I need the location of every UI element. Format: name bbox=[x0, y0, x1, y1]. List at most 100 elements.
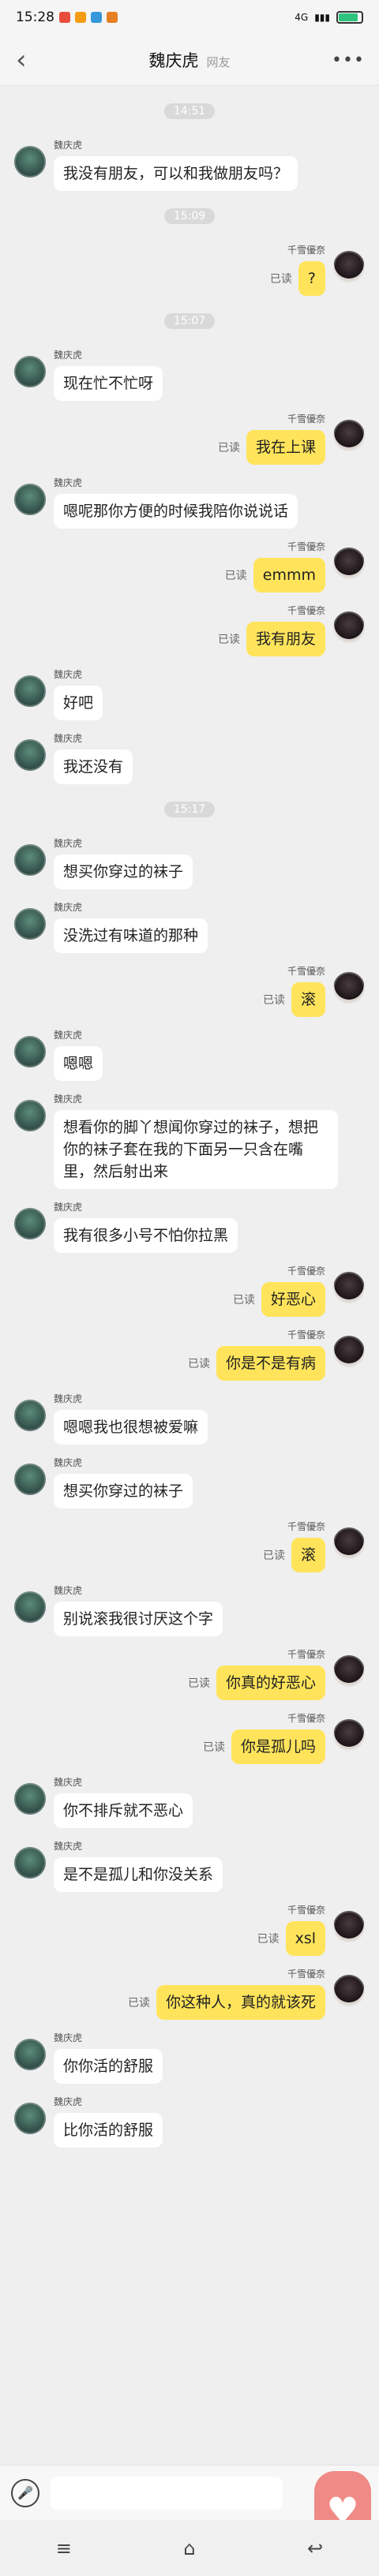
sender-name: 千雪優奈 bbox=[287, 413, 325, 424]
notification-icon bbox=[91, 12, 102, 23]
sender-name: 千雪優奈 bbox=[287, 1521, 325, 1532]
contact-avatar[interactable] bbox=[14, 356, 46, 387]
sender-name: 千雪優奈 bbox=[287, 1329, 325, 1340]
message-input[interactable] bbox=[51, 2476, 283, 2510]
battery-icon bbox=[336, 11, 363, 24]
system-nav-bar: ≡ ⌂ ↩ bbox=[0, 2520, 379, 2576]
message-me: 千雪優奈 已读 你是不是有病 bbox=[14, 1328, 365, 1381]
message-bubble[interactable]: 现在忙不忙呀 bbox=[54, 366, 163, 401]
my-avatar[interactable] bbox=[333, 1527, 365, 1559]
sender-name: 魏庆虎 bbox=[54, 1457, 83, 1468]
message-bubble[interactable]: 嗯嗯 bbox=[54, 1046, 103, 1081]
contact-avatar[interactable] bbox=[14, 1036, 46, 1067]
message-other: 魏庆虎 想买你穿过的袜子 bbox=[14, 1456, 365, 1509]
read-receipt: 已读 bbox=[217, 442, 240, 454]
sender-name: 千雪優奈 bbox=[287, 245, 325, 256]
my-avatar[interactable] bbox=[333, 1911, 365, 1942]
message-other: 魏庆虎 我有很多小号不怕你拉黑 bbox=[14, 1200, 365, 1253]
message-bubble[interactable]: 想买你穿过的袜子 bbox=[54, 854, 193, 889]
contact-avatar[interactable] bbox=[14, 739, 46, 771]
contact-avatar[interactable] bbox=[14, 1208, 46, 1239]
my-avatar[interactable] bbox=[333, 1336, 365, 1367]
time-label: 15:09 bbox=[163, 208, 216, 224]
contact-avatar[interactable] bbox=[14, 1464, 46, 1495]
contact-avatar[interactable] bbox=[14, 1847, 46, 1879]
message-me: 千雪優奈 已读 我在上课 bbox=[14, 412, 365, 465]
message-bubble[interactable]: 好恶心 bbox=[261, 1282, 325, 1317]
message-other: 魏庆虎 想看你的脚丫想闻你穿过的袜子，想把你的袜子套在我的下面另一只含在嘴里，然… bbox=[14, 1092, 365, 1189]
message-bubble[interactable]: 你是孤儿吗 bbox=[231, 1729, 325, 1764]
sender-name: 千雪優奈 bbox=[287, 1713, 325, 1724]
my-avatar[interactable] bbox=[333, 1272, 365, 1303]
message-bubble[interactable]: 你这种人，真的就该死 bbox=[156, 1985, 325, 2020]
message-bubble[interactable]: 好吧 bbox=[54, 686, 103, 720]
my-avatar[interactable] bbox=[333, 1719, 365, 1751]
message-bubble[interactable]: 我没有朋友，可以和我做朋友吗？ bbox=[54, 156, 298, 191]
message-bubble[interactable]: ? bbox=[298, 261, 325, 296]
message-bubble[interactable]: 别说滚我很讨厌这个字 bbox=[54, 1602, 223, 1636]
read-receipt: 已读 bbox=[202, 1741, 225, 1754]
status-left: 15:28 bbox=[16, 9, 118, 25]
my-avatar[interactable] bbox=[333, 611, 365, 643]
notification-icon bbox=[75, 12, 86, 23]
my-avatar[interactable] bbox=[333, 972, 365, 1004]
message-bubble[interactable]: 你不排斥就不恶心 bbox=[54, 1793, 193, 1828]
sender-name: 千雪優奈 bbox=[287, 1905, 325, 1916]
contact-avatar[interactable] bbox=[14, 1100, 46, 1131]
message-bubble[interactable]: xsl bbox=[285, 1921, 325, 1956]
read-receipt: 已读 bbox=[257, 1933, 280, 1946]
time-divider: 14:51 bbox=[14, 86, 365, 127]
message-bubble[interactable]: 滚 bbox=[291, 982, 325, 1017]
message-bubble[interactable]: 你是不是有病 bbox=[216, 1346, 325, 1381]
home-icon[interactable]: ⌂ bbox=[183, 2537, 195, 2559]
message-bubble[interactable]: 我有很多小号不怕你拉黑 bbox=[54, 1218, 238, 1253]
message-bubble[interactable]: 你真的好恶心 bbox=[216, 1666, 325, 1700]
system-back-icon[interactable]: ↩ bbox=[307, 2537, 323, 2559]
message-bubble[interactable]: 是不是孤儿和你没关系 bbox=[54, 1857, 223, 1892]
voice-icon[interactable]: 🎤 bbox=[11, 2478, 39, 2507]
message-bubble[interactable]: 比你活的舒服 bbox=[54, 2113, 163, 2148]
back-icon[interactable]: ‹ bbox=[16, 47, 47, 73]
message-other: 魏庆虎 你你活的舒服 bbox=[14, 2031, 365, 2084]
my-avatar[interactable] bbox=[333, 251, 365, 282]
contact-avatar[interactable] bbox=[14, 908, 46, 940]
message-other: 魏庆虎 我还没有 bbox=[14, 731, 365, 784]
contact-avatar[interactable] bbox=[14, 2039, 46, 2070]
message-bubble[interactable]: emmm bbox=[253, 558, 325, 593]
message-me: 千雪優奈 已读滚 bbox=[14, 1520, 365, 1572]
contact-avatar[interactable] bbox=[14, 1591, 46, 1623]
message-bubble[interactable]: 嗯嗯我也很想被爱嘛 bbox=[54, 1410, 208, 1445]
message-bubble[interactable]: 滚 bbox=[291, 1538, 325, 1572]
message-bubble[interactable]: 想买你穿过的袜子 bbox=[54, 1474, 193, 1509]
contact-avatar[interactable] bbox=[14, 1400, 46, 1431]
message-me: 千雪優奈 已读 好恶心 bbox=[14, 1264, 365, 1317]
contact-avatar[interactable] bbox=[14, 1783, 46, 1815]
signal-icon: ▮▮▮ bbox=[314, 12, 330, 23]
menu-icon[interactable]: ≡ bbox=[56, 2537, 72, 2559]
contact-avatar[interactable] bbox=[14, 2103, 46, 2134]
my-avatar[interactable] bbox=[333, 1655, 365, 1687]
message-bubble[interactable]: 嗯呢那你方便的时候我陪你说说话 bbox=[54, 494, 298, 529]
contact-avatar[interactable] bbox=[14, 675, 46, 707]
contact-avatar[interactable] bbox=[14, 146, 46, 178]
my-avatar[interactable] bbox=[333, 1975, 365, 2006]
message-bubble[interactable]: 我有朋友 bbox=[246, 622, 325, 656]
more-dots-icon[interactable]: ••• bbox=[332, 50, 364, 70]
message-bubble[interactable]: 没洗过有味道的那种 bbox=[54, 918, 208, 953]
message-other: 魏庆虎 没洗过有味道的那种 bbox=[14, 900, 365, 953]
message-bubble[interactable]: 想看你的脚丫想闻你穿过的袜子，想把你的袜子套在我的下面另一只含在嘴里，然后射出来 bbox=[54, 1110, 338, 1189]
sender-name: 魏庆虎 bbox=[54, 733, 83, 744]
my-avatar[interactable] bbox=[333, 420, 365, 451]
sender-name: 魏庆虎 bbox=[54, 1841, 83, 1852]
message-bubble[interactable]: 我还没有 bbox=[54, 750, 133, 784]
message-bubble[interactable]: 你你活的舒服 bbox=[54, 2049, 163, 2084]
contact-avatar[interactable] bbox=[14, 844, 46, 876]
my-avatar[interactable] bbox=[333, 548, 365, 579]
sender-name: 千雪優奈 bbox=[287, 541, 325, 552]
contact-avatar[interactable] bbox=[14, 484, 46, 515]
message-other: 魏庆虎 是不是孤儿和你没关系 bbox=[14, 1839, 365, 1892]
message-bubble[interactable]: 我在上课 bbox=[246, 430, 325, 465]
sender-name: 魏庆虎 bbox=[54, 669, 83, 680]
notification-icon bbox=[59, 12, 70, 23]
message-me: 千雪優奈 已读 你这种人，真的就该死 bbox=[14, 1967, 365, 2020]
